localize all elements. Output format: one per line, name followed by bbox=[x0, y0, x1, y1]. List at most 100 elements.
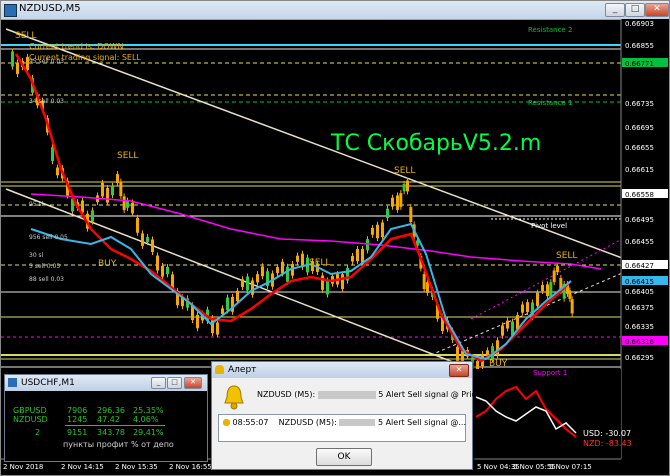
candle bbox=[56, 167, 59, 176]
row-amount: 343.78 bbox=[97, 428, 125, 437]
price-tick-label: 0.66405 bbox=[625, 288, 654, 296]
table-footer: пункты профит % от депо bbox=[63, 440, 174, 449]
alert-message-symbol: NZDUSD (M5): bbox=[257, 390, 316, 399]
usd-strength-label: USD: -30.07 bbox=[583, 429, 632, 438]
usdchf-title: USDCHF,M1 bbox=[21, 378, 75, 388]
alert-history-list[interactable]: 08:55:07 NZDUSD (M5): 5 Alert Sell signa… bbox=[218, 414, 466, 442]
price-tick-label: 0.66375 bbox=[625, 304, 654, 312]
candle bbox=[546, 284, 549, 297]
usdchf-window[interactable]: USDCHF,M1 _ □ ✕ GBPUSD 7906 296.36 25.35… bbox=[4, 374, 208, 462]
ok-button[interactable]: OK bbox=[316, 448, 372, 466]
alert-message: NZDUSD (M5): 5 Alert Sell signal @ Price… bbox=[257, 390, 488, 399]
candle bbox=[196, 314, 199, 329]
candle bbox=[261, 266, 264, 277]
signal-buy-1: BUY bbox=[98, 259, 117, 269]
candle bbox=[386, 208, 389, 218]
candle bbox=[341, 274, 344, 290]
usdchf-title-bar[interactable]: USDCHF,M1 _ □ ✕ bbox=[5, 375, 207, 391]
price-tick-label: 0.66415 bbox=[625, 278, 654, 286]
candle bbox=[166, 267, 169, 275]
time-tick-label: 2 Nov 2018 bbox=[3, 463, 43, 471]
price-tick-label: 0.66427 bbox=[625, 262, 654, 270]
price-tick-label: 0.66495 bbox=[625, 216, 654, 224]
usdchf-maximize-button[interactable]: □ bbox=[167, 377, 182, 389]
alert-row-time: 08:55:07 bbox=[232, 418, 269, 427]
chart-window-icon bbox=[8, 378, 17, 387]
candle bbox=[456, 346, 459, 362]
order-label-6: 30 sl bbox=[29, 252, 44, 259]
minimize-button[interactable]: _ bbox=[605, 3, 625, 17]
candle bbox=[391, 197, 394, 207]
row-symbol: 2 bbox=[35, 428, 41, 437]
candle bbox=[281, 261, 284, 274]
candle bbox=[552, 270, 556, 283]
candle bbox=[396, 195, 399, 210]
nzd-strength-label: NZD: -83.43 bbox=[583, 439, 632, 448]
row-amount: 296.36 bbox=[97, 406, 125, 415]
row-count: 9151 bbox=[67, 428, 88, 437]
row-percent: 29.41% bbox=[133, 428, 164, 437]
order-label-1: 95 sell 0.03 bbox=[29, 58, 64, 65]
candle bbox=[151, 239, 154, 252]
usdchf-close-button[interactable]: ✕ bbox=[184, 377, 202, 389]
candle bbox=[409, 207, 413, 222]
alert-dialog[interactable]: Алерт ✕ NZDUSD (M5): 5 Alert Sell signal… bbox=[211, 361, 488, 470]
level-lines bbox=[1, 44, 621, 368]
candle bbox=[326, 280, 329, 295]
candle bbox=[570, 299, 574, 314]
title-bar[interactable]: NZDUSD,M5 _ □ ✕ bbox=[1, 1, 669, 20]
alert-close-button[interactable]: ✕ bbox=[449, 364, 469, 377]
order-label-2: 34 sell 0.03 bbox=[29, 98, 64, 105]
candle bbox=[296, 255, 299, 262]
candle bbox=[11, 51, 14, 67]
price-tick-label: 0.66455 bbox=[625, 238, 654, 246]
alert-row-symbol: NZDUSD (M5): bbox=[278, 418, 337, 427]
candle bbox=[51, 147, 54, 162]
candle bbox=[236, 290, 239, 302]
candle bbox=[506, 320, 509, 329]
candle bbox=[111, 185, 114, 196]
price-tick-label: 0.66615 bbox=[625, 166, 654, 174]
list-item[interactable]: 08:55:07 NZDUSD (M5): 5 Alert Sell signa… bbox=[223, 418, 466, 427]
signal-sell-2: SELL bbox=[117, 151, 139, 161]
price-tick-label: 0.66695 bbox=[625, 124, 654, 132]
alert-title-bar[interactable]: Алерт ✕ bbox=[212, 362, 472, 378]
candle bbox=[356, 249, 359, 262]
candle bbox=[221, 308, 224, 314]
candle bbox=[256, 274, 259, 283]
candle bbox=[246, 276, 249, 291]
table-row: GBPUSD bbox=[13, 406, 47, 415]
price-tick-label: 0.66316 bbox=[625, 338, 654, 346]
candle bbox=[526, 302, 529, 313]
price-axis-bg bbox=[621, 19, 669, 475]
maximize-button[interactable]: □ bbox=[625, 3, 645, 17]
candle bbox=[376, 224, 379, 239]
candle bbox=[226, 297, 229, 311]
candle bbox=[241, 279, 244, 288]
candle bbox=[521, 304, 524, 313]
chart-window-icon bbox=[4, 4, 17, 17]
candle bbox=[402, 184, 406, 192]
time-tick-label: 2 Nov 14:15 bbox=[61, 463, 104, 471]
candle bbox=[161, 265, 164, 277]
candle bbox=[16, 62, 19, 75]
candle bbox=[426, 282, 429, 293]
candle bbox=[541, 285, 544, 292]
candle bbox=[351, 256, 354, 262]
time-tick-label: 2 Nov 16:55 bbox=[169, 463, 212, 471]
row-count: 7906 bbox=[67, 406, 88, 415]
alert-bell-icon bbox=[224, 385, 244, 410]
window-title: NZDUSD,M5 bbox=[19, 3, 81, 14]
candle bbox=[549, 282, 553, 298]
usdchf-minimize-button[interactable]: _ bbox=[151, 377, 166, 389]
candle bbox=[276, 267, 279, 274]
order-label-4: 956 sell 0.05 bbox=[29, 234, 68, 241]
price-tick-label: 0.66771 bbox=[625, 60, 654, 68]
time-tick-label: 5 Nov 07:15 bbox=[549, 463, 592, 471]
candle bbox=[399, 193, 403, 207]
resistance-2-label: Resistance 2 bbox=[528, 26, 573, 34]
close-button[interactable]: ✕ bbox=[645, 3, 669, 17]
candle bbox=[91, 210, 94, 222]
order-label-5: 5 sell 0.03 bbox=[29, 263, 61, 270]
trend-text: Current trend is: DOWN bbox=[29, 42, 124, 51]
